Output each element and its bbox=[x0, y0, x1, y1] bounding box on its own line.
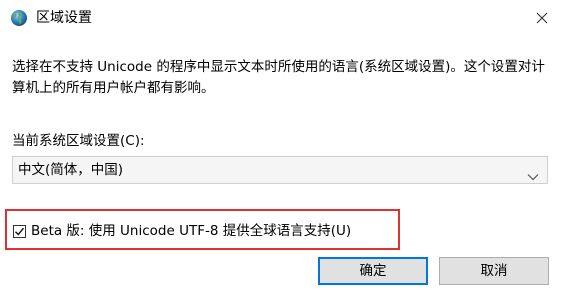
beta-utf8-checkbox[interactable]: Beta 版: 使用 Unicode UTF-8 提供全球语言支持(U) bbox=[13, 223, 351, 239]
globe-icon bbox=[10, 9, 28, 27]
cancel-button[interactable]: 取消 bbox=[439, 257, 549, 285]
region-settings-dialog: 区域设置 选择在不支持 Unicode 的程序中显示文本时所使用的语言(系统区域… bbox=[0, 0, 565, 307]
description-text: 选择在不支持 Unicode 的程序中显示文本时所使用的语言(系统区域设置)。这… bbox=[12, 59, 545, 96]
dialog-content: 选择在不支持 Unicode 的程序中显示文本时所使用的语言(系统区域设置)。这… bbox=[0, 36, 565, 307]
title-bar: 区域设置 bbox=[0, 0, 565, 36]
system-locale-selected-value: 中文(简体，中国) bbox=[18, 162, 124, 178]
system-locale-dropdown[interactable]: 中文(简体，中国) bbox=[12, 156, 548, 184]
close-icon bbox=[536, 9, 548, 28]
close-button[interactable] bbox=[519, 0, 565, 36]
system-locale-label: 当前系统区域设置(C): bbox=[12, 133, 145, 149]
beta-utf8-label: Beta 版: 使用 Unicode UTF-8 提供全球语言支持(U) bbox=[31, 223, 352, 239]
ok-button[interactable]: 确定 bbox=[318, 257, 428, 285]
checkbox-checked-icon[interactable] bbox=[13, 224, 26, 238]
chevron-down-icon bbox=[527, 166, 539, 181]
window-title: 区域设置 bbox=[36, 10, 92, 26]
